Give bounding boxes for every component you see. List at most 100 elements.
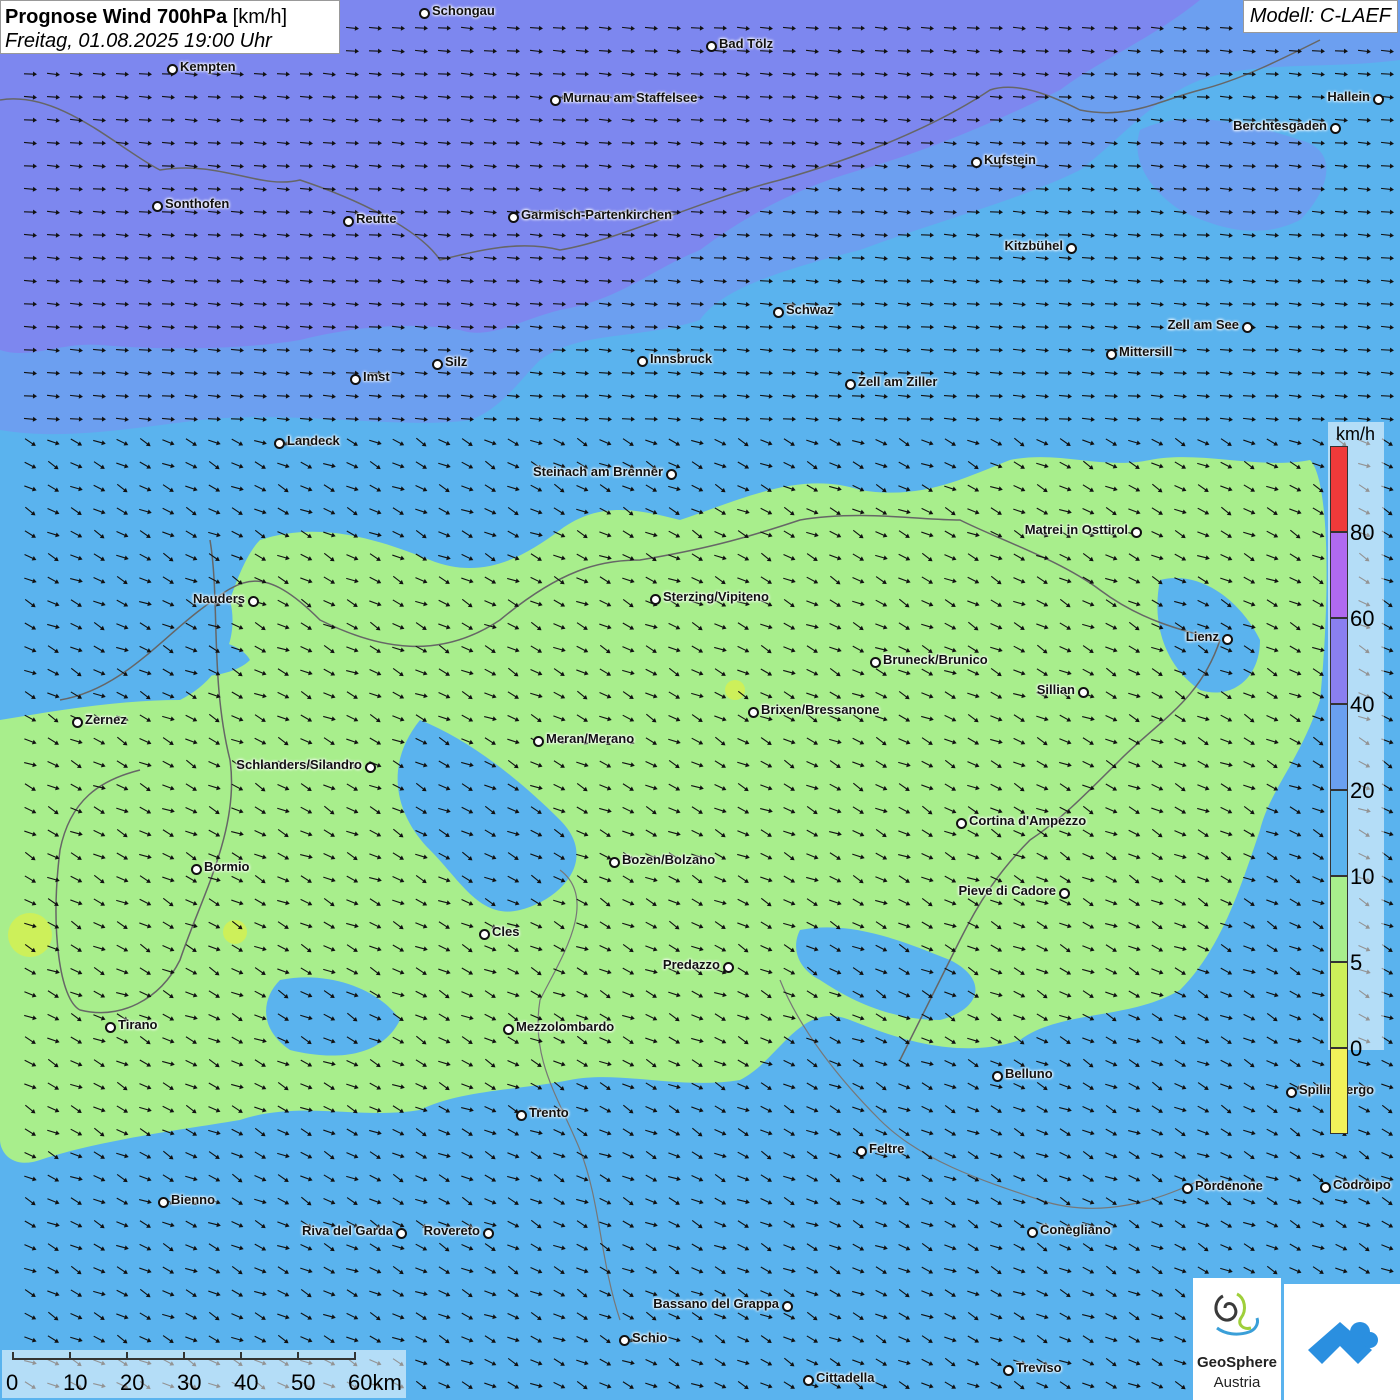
legend-color-step: [1330, 446, 1348, 532]
city-label: Schlanders/Silandro: [236, 757, 362, 772]
city-marker[interactable]: [637, 356, 648, 367]
scale-bar: 0 10 20 30 40 50 60km: [2, 1350, 406, 1398]
city-marker[interactable]: [1066, 243, 1077, 254]
city-marker[interactable]: [550, 95, 561, 106]
city-marker[interactable]: [167, 64, 178, 75]
city-label: Predazzo: [662, 957, 720, 972]
city-marker[interactable]: [1182, 1183, 1193, 1194]
city-label: Schongau: [432, 3, 495, 18]
city-marker[interactable]: [72, 717, 83, 728]
city-label: Bassano del Grappa: [653, 1296, 779, 1311]
city-marker[interactable]: [971, 157, 982, 168]
city-marker[interactable]: [856, 1146, 867, 1157]
city-marker[interactable]: [1330, 123, 1341, 134]
city-marker[interactable]: [1059, 888, 1070, 899]
city-label: Trento: [529, 1105, 569, 1120]
city-marker[interactable]: [956, 818, 967, 829]
city-label: Zernez: [85, 712, 127, 727]
geosphere-name: GeoSphere: [1196, 1354, 1278, 1371]
city-label: Landeck: [287, 433, 340, 448]
city-label: Reutte: [356, 211, 397, 226]
city-label: Berchtesgaden: [1233, 118, 1327, 133]
legend-tick-label: 20: [1350, 778, 1375, 803]
city-marker[interactable]: [650, 594, 661, 605]
city-marker[interactable]: [396, 1228, 407, 1239]
city-label: Sillian: [1036, 682, 1075, 697]
city-marker[interactable]: [1027, 1227, 1038, 1238]
city-label: Sonthofen: [165, 196, 230, 211]
city-label: Feltre: [869, 1141, 905, 1156]
legend-tick-label: 40: [1350, 692, 1375, 717]
model-label: Modell: C-LAEF: [1242, 0, 1398, 33]
city-marker[interactable]: [1106, 349, 1117, 360]
city-marker[interactable]: [503, 1024, 514, 1035]
city-marker[interactable]: [419, 8, 430, 19]
city-marker[interactable]: [1242, 322, 1253, 333]
city-label: Kitzbühel: [1004, 238, 1064, 253]
legend-color-step: [1330, 876, 1348, 962]
city-marker[interactable]: [274, 438, 285, 449]
city-marker[interactable]: [748, 707, 759, 718]
city-marker[interactable]: [483, 1228, 494, 1239]
city-marker[interactable]: [432, 359, 443, 370]
city-marker[interactable]: [706, 41, 717, 52]
city-label: Treviso: [1016, 1360, 1062, 1375]
city-marker[interactable]: [992, 1071, 1003, 1082]
wind-forecast-map[interactable]: Prognose Wind 700hPa [km/h] Freitag, 01.…: [0, 0, 1400, 1400]
city-label: Sterzing/Vipiteno: [663, 589, 769, 604]
city-label: Bozen/Bolzano: [622, 852, 716, 867]
city-label: Tirano: [118, 1017, 158, 1032]
city-marker[interactable]: [105, 1022, 116, 1033]
city-label: Garmisch-Partenkirchen: [521, 207, 673, 222]
city-label: Cortina d'Ampezzo: [969, 813, 1087, 828]
city-marker[interactable]: [248, 596, 259, 607]
city-marker[interactable]: [350, 374, 361, 385]
city-marker[interactable]: [803, 1375, 814, 1386]
city-marker[interactable]: [365, 762, 376, 773]
city-marker[interactable]: [666, 469, 677, 480]
city-marker[interactable]: [619, 1335, 630, 1346]
city-marker[interactable]: [870, 657, 881, 668]
city-marker[interactable]: [1131, 527, 1142, 538]
city-marker[interactable]: [1222, 634, 1233, 645]
scale-tick: [240, 1352, 242, 1360]
city-marker[interactable]: [508, 212, 519, 223]
city-label: Kufstein: [984, 152, 1036, 167]
city-marker[interactable]: [516, 1110, 527, 1121]
forecast-datetime: Freitag, 01.08.2025 19:00 Uhr: [5, 30, 272, 52]
city-marker[interactable]: [1078, 687, 1089, 698]
scale-label: 30: [177, 1370, 202, 1395]
city-label: Bruneck/Brunico: [883, 652, 988, 667]
city-marker[interactable]: [723, 962, 734, 973]
city-marker[interactable]: [152, 201, 163, 212]
city-marker[interactable]: [191, 864, 202, 875]
legend-color-step: [1330, 532, 1348, 618]
city-marker[interactable]: [782, 1301, 793, 1312]
legend-color-step: [1330, 1048, 1348, 1134]
city-label: Bienno: [171, 1192, 216, 1207]
city-marker[interactable]: [1003, 1365, 1014, 1376]
city-label: Pordenone: [1195, 1178, 1263, 1193]
city-marker[interactable]: [343, 216, 354, 227]
city-marker[interactable]: [845, 379, 856, 390]
city-marker[interactable]: [1373, 94, 1384, 105]
scale-tick: [126, 1352, 128, 1360]
scale-label: 50: [291, 1370, 316, 1395]
city-marker[interactable]: [773, 307, 784, 318]
city-marker[interactable]: [609, 857, 620, 868]
city-label: Cittadella: [816, 1370, 875, 1385]
legend-tick-label: 80: [1350, 520, 1375, 545]
city-marker[interactable]: [479, 929, 490, 940]
city-marker[interactable]: [533, 736, 544, 747]
city-label: Cles: [492, 924, 520, 939]
app-logo[interactable]: [1284, 1284, 1400, 1400]
city-marker[interactable]: [1286, 1087, 1297, 1098]
city-label: Riva del Garda: [301, 1223, 393, 1238]
city-marker[interactable]: [1320, 1182, 1331, 1193]
city-label: Conegliano: [1040, 1222, 1111, 1237]
geosphere-austria-logo[interactable]: GeoSphere Austria: [1193, 1278, 1281, 1400]
map-title-box: Prognose Wind 700hPa [km/h] Freitag, 01.…: [0, 0, 340, 54]
city-label: Mezzolombardo: [516, 1019, 615, 1034]
city-marker[interactable]: [158, 1197, 169, 1208]
city-label: Lienz: [1185, 629, 1219, 644]
